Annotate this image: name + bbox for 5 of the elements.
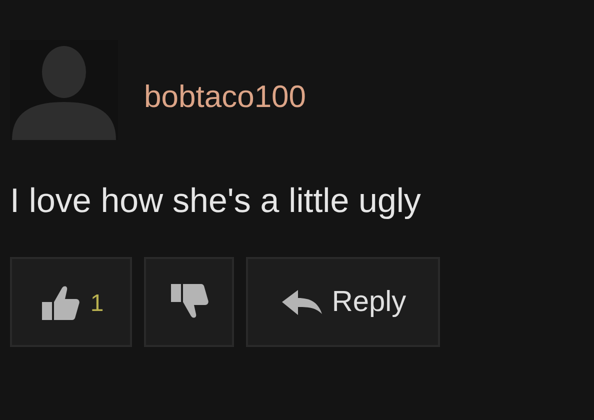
- comment-text: I love how she's a little ugly: [10, 182, 422, 221]
- like-count: 1: [90, 290, 104, 318]
- like-button[interactable]: 1: [10, 257, 132, 347]
- reply-button[interactable]: Reply: [246, 257, 440, 347]
- username[interactable]: bobtaco100: [144, 79, 306, 115]
